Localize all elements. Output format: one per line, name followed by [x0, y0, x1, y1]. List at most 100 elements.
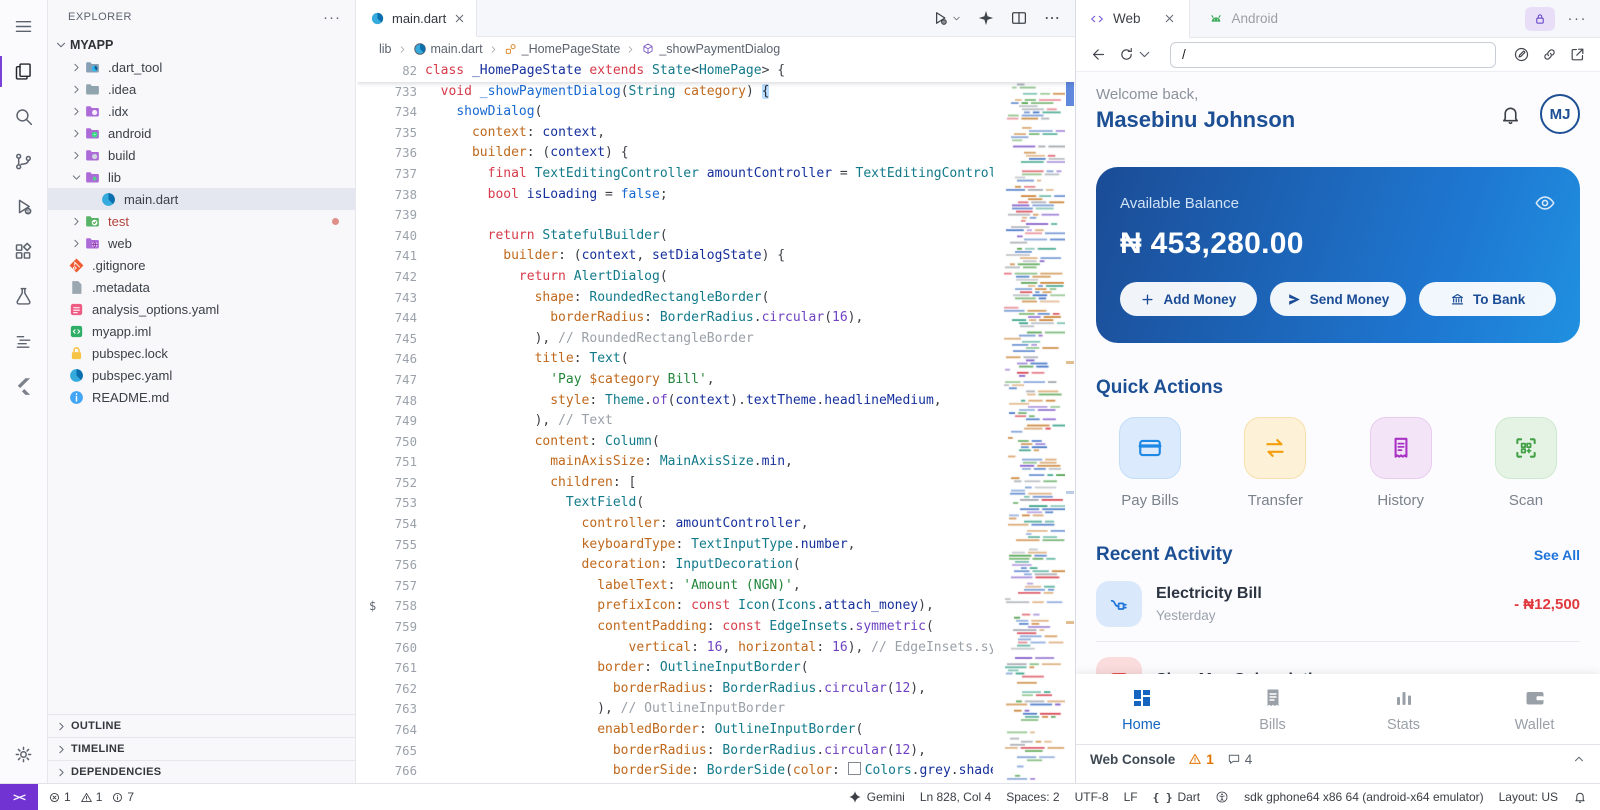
file-tree-item-web[interactable]: web: [48, 232, 355, 254]
file-tree-item-.idx[interactable]: .idx: [48, 100, 355, 122]
remote-indicator[interactable]: ><: [0, 784, 38, 810]
chevron-right-icon[interactable]: [68, 83, 84, 96]
balance-buttons: Add Money Send Money To Bank: [1120, 282, 1556, 316]
gemini-status[interactable]: Gemini: [848, 790, 905, 804]
chevron-down-icon[interactable]: [68, 171, 84, 184]
activity-item-flutter[interactable]: [0, 364, 48, 409]
file-tree-item-main.dart[interactable]: main.dart: [48, 188, 355, 210]
close-tab-icon[interactable]: [453, 12, 466, 25]
problem-info-circle[interactable]: 7: [111, 790, 134, 804]
activity-row-electricity-bill[interactable]: Electricity BillYesterday- ₦12,500: [1096, 581, 1580, 627]
send-money-button[interactable]: Send Money: [1270, 282, 1407, 316]
add-money-button[interactable]: Add Money: [1120, 282, 1257, 316]
breadcrumb-item-lib[interactable]: lib: [379, 42, 392, 56]
activity-item-beaker[interactable]: [0, 274, 48, 319]
web-console-bar[interactable]: Web Console 1 4: [1076, 744, 1600, 773]
nav-item-stats[interactable]: Stats: [1338, 674, 1469, 744]
to-bank-button[interactable]: To Bank: [1419, 282, 1556, 316]
preview-tab-android[interactable]: Android: [1190, 0, 1297, 37]
quick-action-transfer[interactable]: Transfer: [1227, 417, 1323, 509]
tab-main-dart[interactable]: main.dart: [357, 0, 477, 37]
gemini-button[interactable]: [977, 9, 995, 27]
yaml-icon: [68, 301, 85, 318]
accessibility-status[interactable]: [1215, 790, 1229, 804]
chevron-up-icon[interactable]: [1572, 752, 1586, 766]
sidebar-section-dependencies[interactable]: DEPENDENCIES: [48, 760, 355, 783]
problems-summary[interactable]: 117: [48, 790, 134, 804]
lock-button[interactable]: [1525, 7, 1555, 31]
split-editor-button[interactable]: [1010, 9, 1028, 27]
nav-item-bills[interactable]: Bills: [1207, 674, 1338, 744]
link-icon[interactable]: [1541, 46, 1558, 63]
avatar[interactable]: MJ: [1540, 94, 1580, 134]
activity-item-menu[interactable]: [0, 4, 48, 49]
activity-item-source-control[interactable]: [0, 139, 48, 184]
file-tree-item-analysis_options.yaml[interactable]: analysis_options.yaml: [48, 298, 355, 320]
cursor-position[interactable]: Ln 828, Col 4: [920, 790, 991, 804]
activity-item-explorer-files[interactable]: [0, 49, 48, 94]
file-tree-item-README.md[interactable]: README.md: [48, 386, 355, 408]
file-tree-item-myapp.iml[interactable]: myapp.iml: [48, 320, 355, 342]
file-label: .metadata: [92, 280, 150, 295]
panel-more-button[interactable]: ···: [1568, 10, 1588, 27]
activity-item-gear[interactable]: [0, 732, 48, 777]
indentation[interactable]: Spaces: 2: [1006, 790, 1059, 804]
chevron-right-icon[interactable]: [68, 215, 84, 228]
file-tree-item-test[interactable]: test: [48, 210, 355, 232]
minimap[interactable]: [999, 61, 1065, 783]
breadcrumb-item-_HomePageState[interactable]: _HomePageState: [504, 42, 621, 56]
file-tree-item-pubspec.yaml[interactable]: pubspec.yaml: [48, 364, 355, 386]
file-tree-item-.idea[interactable]: .idea: [48, 78, 355, 100]
line-text: borderSide: BorderSide(color: Colors.gre…: [417, 761, 993, 782]
problem-error-circle[interactable]: 1: [48, 790, 71, 804]
explorer-more-button[interactable]: ···: [323, 9, 341, 26]
eol[interactable]: LF: [1124, 790, 1138, 804]
problem-warning-triangle[interactable]: 1: [80, 790, 103, 804]
quick-action-scan[interactable]: Scan: [1478, 417, 1574, 509]
preview-tab-web[interactable]: Web: [1076, 0, 1190, 38]
editor-code-area[interactable]: 733 void _showPaymentDialog(String categ…: [357, 61, 1075, 783]
sidebar-section-outline[interactable]: OUTLINE: [48, 714, 355, 737]
editor-more-button[interactable]: [1043, 9, 1061, 27]
close-icon[interactable]: [1163, 12, 1176, 25]
file-tree-item-build[interactable]: build: [48, 144, 355, 166]
language-mode[interactable]: { }Dart: [1153, 790, 1201, 804]
file-tree-item-android[interactable]: android: [48, 122, 355, 144]
encoding[interactable]: UTF-8: [1075, 790, 1109, 804]
file-tree-item-.gitignore[interactable]: .gitignore: [48, 254, 355, 276]
pen-icon[interactable]: [1513, 46, 1530, 63]
file-tree-item-.dart_tool[interactable]: .dart_tool: [48, 56, 355, 78]
nav-item-home[interactable]: Home: [1076, 674, 1207, 744]
keyboard-layout[interactable]: Layout: US: [1499, 790, 1558, 804]
chevron-right-icon[interactable]: [68, 149, 84, 162]
file-label: README.md: [92, 390, 169, 405]
see-all-link[interactable]: See All: [1534, 547, 1580, 563]
notifications-bell-icon[interactable]: [1499, 103, 1522, 126]
activity-item-run-debug[interactable]: [0, 184, 48, 229]
file-tree-item-pubspec.lock[interactable]: pubspec.lock: [48, 342, 355, 364]
notifications-bell[interactable]: [1573, 790, 1587, 804]
run-and-debug-button[interactable]: [931, 9, 962, 27]
breadcrumb-item-main.dart[interactable]: main.dart: [413, 42, 483, 56]
url-input[interactable]: [1170, 42, 1496, 68]
file-tree-item-.metadata[interactable]: .metadata: [48, 276, 355, 298]
chevron-right-icon[interactable]: [68, 105, 84, 118]
breadcrumb-item-_showPaymentDialog[interactable]: _showPaymentDialog: [641, 42, 780, 56]
eye-icon[interactable]: [1534, 192, 1556, 214]
chevron-right-icon[interactable]: [68, 237, 84, 250]
file-tree-root[interactable]: MYAPP: [48, 34, 355, 56]
nav-item-wallet[interactable]: Wallet: [1469, 674, 1600, 744]
activity-item-extensions[interactable]: [0, 229, 48, 274]
file-tree-item-lib[interactable]: lib: [48, 166, 355, 188]
quick-action-history[interactable]: History: [1353, 417, 1449, 509]
activity-item-search[interactable]: [0, 94, 48, 139]
chevron-right-icon[interactable]: [68, 61, 84, 74]
sidebar-section-timeline[interactable]: TIMELINE: [48, 737, 355, 760]
refresh-button[interactable]: [1118, 46, 1153, 63]
open-external-icon[interactable]: [1569, 46, 1586, 63]
device-selector[interactable]: sdk gphone64 x86 64 (android-x64 emulato…: [1244, 790, 1483, 804]
back-icon[interactable]: [1090, 46, 1107, 63]
chevron-right-icon[interactable]: [68, 127, 84, 140]
activity-item-output-list[interactable]: [0, 319, 48, 364]
quick-action-pay-bills[interactable]: Pay Bills: [1102, 417, 1198, 509]
